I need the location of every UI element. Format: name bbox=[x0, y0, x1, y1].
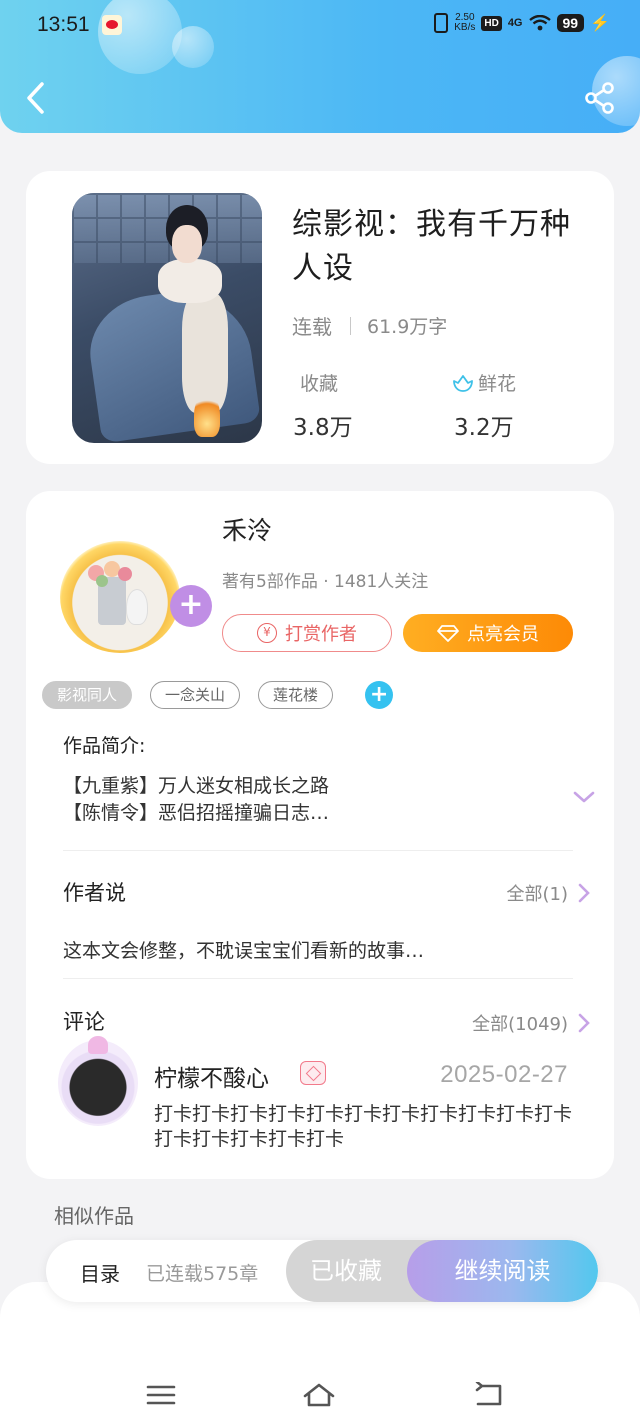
vip-label: 点亮会员 bbox=[467, 624, 539, 645]
member-badge-icon bbox=[300, 1061, 326, 1085]
flower-icon bbox=[453, 374, 473, 392]
expand-intro-icon[interactable] bbox=[572, 789, 596, 805]
book-status: 连载 bbox=[292, 315, 332, 339]
status-icons: 2.50 KB/s HD 4G 99 ⚡ bbox=[434, 13, 610, 33]
charging-icon: ⚡ bbox=[590, 15, 610, 32]
comments-more-link[interactable]: 全部(1049) bbox=[472, 1010, 590, 1036]
system-nav-bar bbox=[0, 1282, 640, 1422]
signal-icon: 4G bbox=[507, 17, 523, 29]
weibo-icon bbox=[102, 15, 122, 35]
reading-action-bar: 目录 已连载575章 已收藏 继续阅读 bbox=[46, 1240, 598, 1302]
flowers-label: 鲜花 bbox=[478, 373, 517, 395]
book-title: 综影视：我有千万种人设 bbox=[292, 207, 571, 286]
vip-button[interactable]: 点亮会员 bbox=[403, 614, 573, 652]
tag-list: 影视同人 一念关山 莲花楼 + bbox=[42, 681, 394, 709]
chevron-right-icon bbox=[578, 1013, 590, 1033]
vibrate-icon bbox=[434, 13, 449, 33]
author-says-title: 作者说 bbox=[63, 881, 126, 905]
author-card: + 禾泠 著有5部作品 · 1481人关注 ¥ 打赏作者 点亮会员 影视同人 一… bbox=[26, 491, 614, 1179]
divider bbox=[350, 316, 351, 335]
hd-icon: HD bbox=[481, 15, 502, 31]
author-avatar-wrap: + bbox=[56, 541, 212, 653]
share-button[interactable] bbox=[584, 82, 616, 114]
back-icon[interactable] bbox=[472, 1382, 506, 1408]
home-icon[interactable] bbox=[302, 1382, 336, 1408]
book-status-row: 连载 61.9万字 bbox=[292, 311, 447, 340]
flowers-value: 3.2万 bbox=[454, 415, 514, 441]
author-says-more-label: 全部(1) bbox=[506, 884, 569, 905]
divider bbox=[63, 978, 573, 979]
word-count: 61.9万字 bbox=[367, 316, 448, 338]
intro-title: 作品简介: bbox=[63, 735, 146, 757]
follow-author-button[interactable]: + bbox=[170, 585, 212, 627]
status-time: 13:51 bbox=[37, 13, 90, 36]
status-bar: 13:51 2.50 KB/s HD 4G 99 ⚡ bbox=[0, 0, 640, 50]
flowers-stat[interactable]: 鲜花 3.2万 bbox=[452, 369, 516, 442]
back-button[interactable] bbox=[22, 80, 52, 116]
commenter-avatar[interactable] bbox=[58, 1036, 138, 1126]
comments-more-label: 全部(1049) bbox=[472, 1014, 568, 1035]
book-info-card: 综影视：我有千万种人设 连载 61.9万字 收藏 3.8万 鲜花 3.2万 bbox=[26, 171, 614, 464]
author-name[interactable]: 禾泠 bbox=[222, 511, 272, 547]
intro-line: 【陈情令】恶侣招摇撞骗日志… bbox=[63, 802, 330, 824]
add-tag-button[interactable]: + bbox=[365, 681, 394, 709]
author-meta: 著有5部作品 · 1481人关注 bbox=[222, 572, 429, 592]
author-avatar[interactable] bbox=[60, 541, 180, 653]
comments-title: 评论 bbox=[63, 1010, 105, 1034]
comment-text[interactable]: 打卡打卡打卡打卡打卡打卡打卡打卡打卡打卡打卡打卡打卡打卡打卡打卡 bbox=[154, 1102, 574, 1152]
divider bbox=[63, 850, 573, 851]
heart-icon bbox=[88, 1036, 108, 1054]
intro-text[interactable]: 【九重紫】万人迷女相成长之路 【陈情令】恶侣招摇撞骗日志… bbox=[63, 773, 329, 827]
favorites-label: 收藏 bbox=[300, 373, 339, 395]
tag-item[interactable]: 一念关山 bbox=[150, 681, 241, 709]
net-speed: 2.50 KB/s bbox=[454, 13, 475, 33]
book-cover[interactable] bbox=[72, 193, 262, 443]
coin-icon: ¥ bbox=[257, 623, 277, 643]
favorites-stat: 收藏 3.8万 bbox=[293, 369, 353, 442]
chevron-right-icon bbox=[578, 883, 590, 903]
author-says-more-link[interactable]: 全部(1) bbox=[507, 880, 591, 906]
author-says-text[interactable]: 这本文会修整，不耽误宝宝们看新的故事… bbox=[63, 936, 424, 963]
header: 13:51 2.50 KB/s HD 4G 99 ⚡ bbox=[0, 0, 640, 133]
net-speed-unit: KB/s bbox=[454, 22, 476, 33]
comment-date: 2025-02-27 bbox=[440, 1061, 568, 1088]
wifi-icon bbox=[528, 15, 551, 31]
battery-icon: 99 bbox=[556, 14, 585, 32]
chapter-count: 已连载575章 bbox=[146, 1263, 259, 1285]
favorites-value: 3.8万 bbox=[293, 415, 353, 441]
commenter-name[interactable]: 柠檬不酸心 bbox=[154, 1059, 269, 1093]
intro-line: 【九重紫】万人迷女相成长之路 bbox=[63, 775, 330, 797]
toc-button[interactable]: 目录 bbox=[80, 1258, 120, 1287]
tag-item[interactable]: 莲花楼 bbox=[258, 681, 334, 709]
reward-author-button[interactable]: ¥ 打赏作者 bbox=[222, 614, 392, 652]
menu-icon[interactable] bbox=[145, 1382, 179, 1408]
diamond-icon bbox=[437, 625, 459, 642]
similar-works-title: 相似作品 bbox=[54, 1204, 134, 1228]
continue-reading-button[interactable]: 继续阅读 bbox=[407, 1240, 598, 1302]
tag-item[interactable]: 影视同人 bbox=[42, 681, 133, 709]
reward-author-label: 打赏作者 bbox=[285, 624, 357, 645]
